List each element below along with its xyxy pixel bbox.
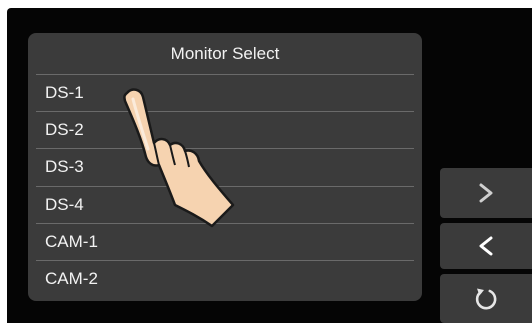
monitor-select-dialog: Monitor Select DS-1 DS-2 DS-3 DS-4 CAM-1…: [28, 33, 422, 301]
rotate-icon: [475, 288, 497, 310]
list-item-ds-2[interactable]: DS-2: [28, 111, 422, 148]
list-item-label: DS-4: [45, 195, 84, 214]
device-screen: Monitor Select DS-1 DS-2 DS-3 DS-4 CAM-1…: [7, 8, 532, 323]
list-item-ds-1[interactable]: DS-1: [28, 74, 422, 111]
list-item-cam-2[interactable]: CAM-2: [28, 260, 422, 297]
row-divider: [36, 186, 414, 187]
dialog-title: Monitor Select: [170, 44, 280, 63]
chevron-left-icon: [479, 236, 493, 256]
list-item-label: DS-3: [45, 157, 84, 176]
row-divider: [36, 74, 414, 75]
list-item-label: DS-1: [45, 83, 84, 102]
back-button[interactable]: [440, 223, 532, 269]
list-item-label: CAM-2: [45, 269, 98, 288]
list-item-cam-1[interactable]: CAM-1: [28, 223, 422, 260]
list-item-ds-3[interactable]: DS-3: [28, 148, 422, 185]
next-button[interactable]: [440, 168, 532, 218]
rotate-button[interactable]: [440, 274, 532, 323]
row-divider: [36, 111, 414, 112]
row-divider: [36, 148, 414, 149]
list-item-label: CAM-1: [45, 232, 98, 251]
chevron-right-icon: [479, 183, 493, 203]
list-item-ds-4[interactable]: DS-4: [28, 186, 422, 223]
list-item-label: DS-2: [45, 120, 84, 139]
